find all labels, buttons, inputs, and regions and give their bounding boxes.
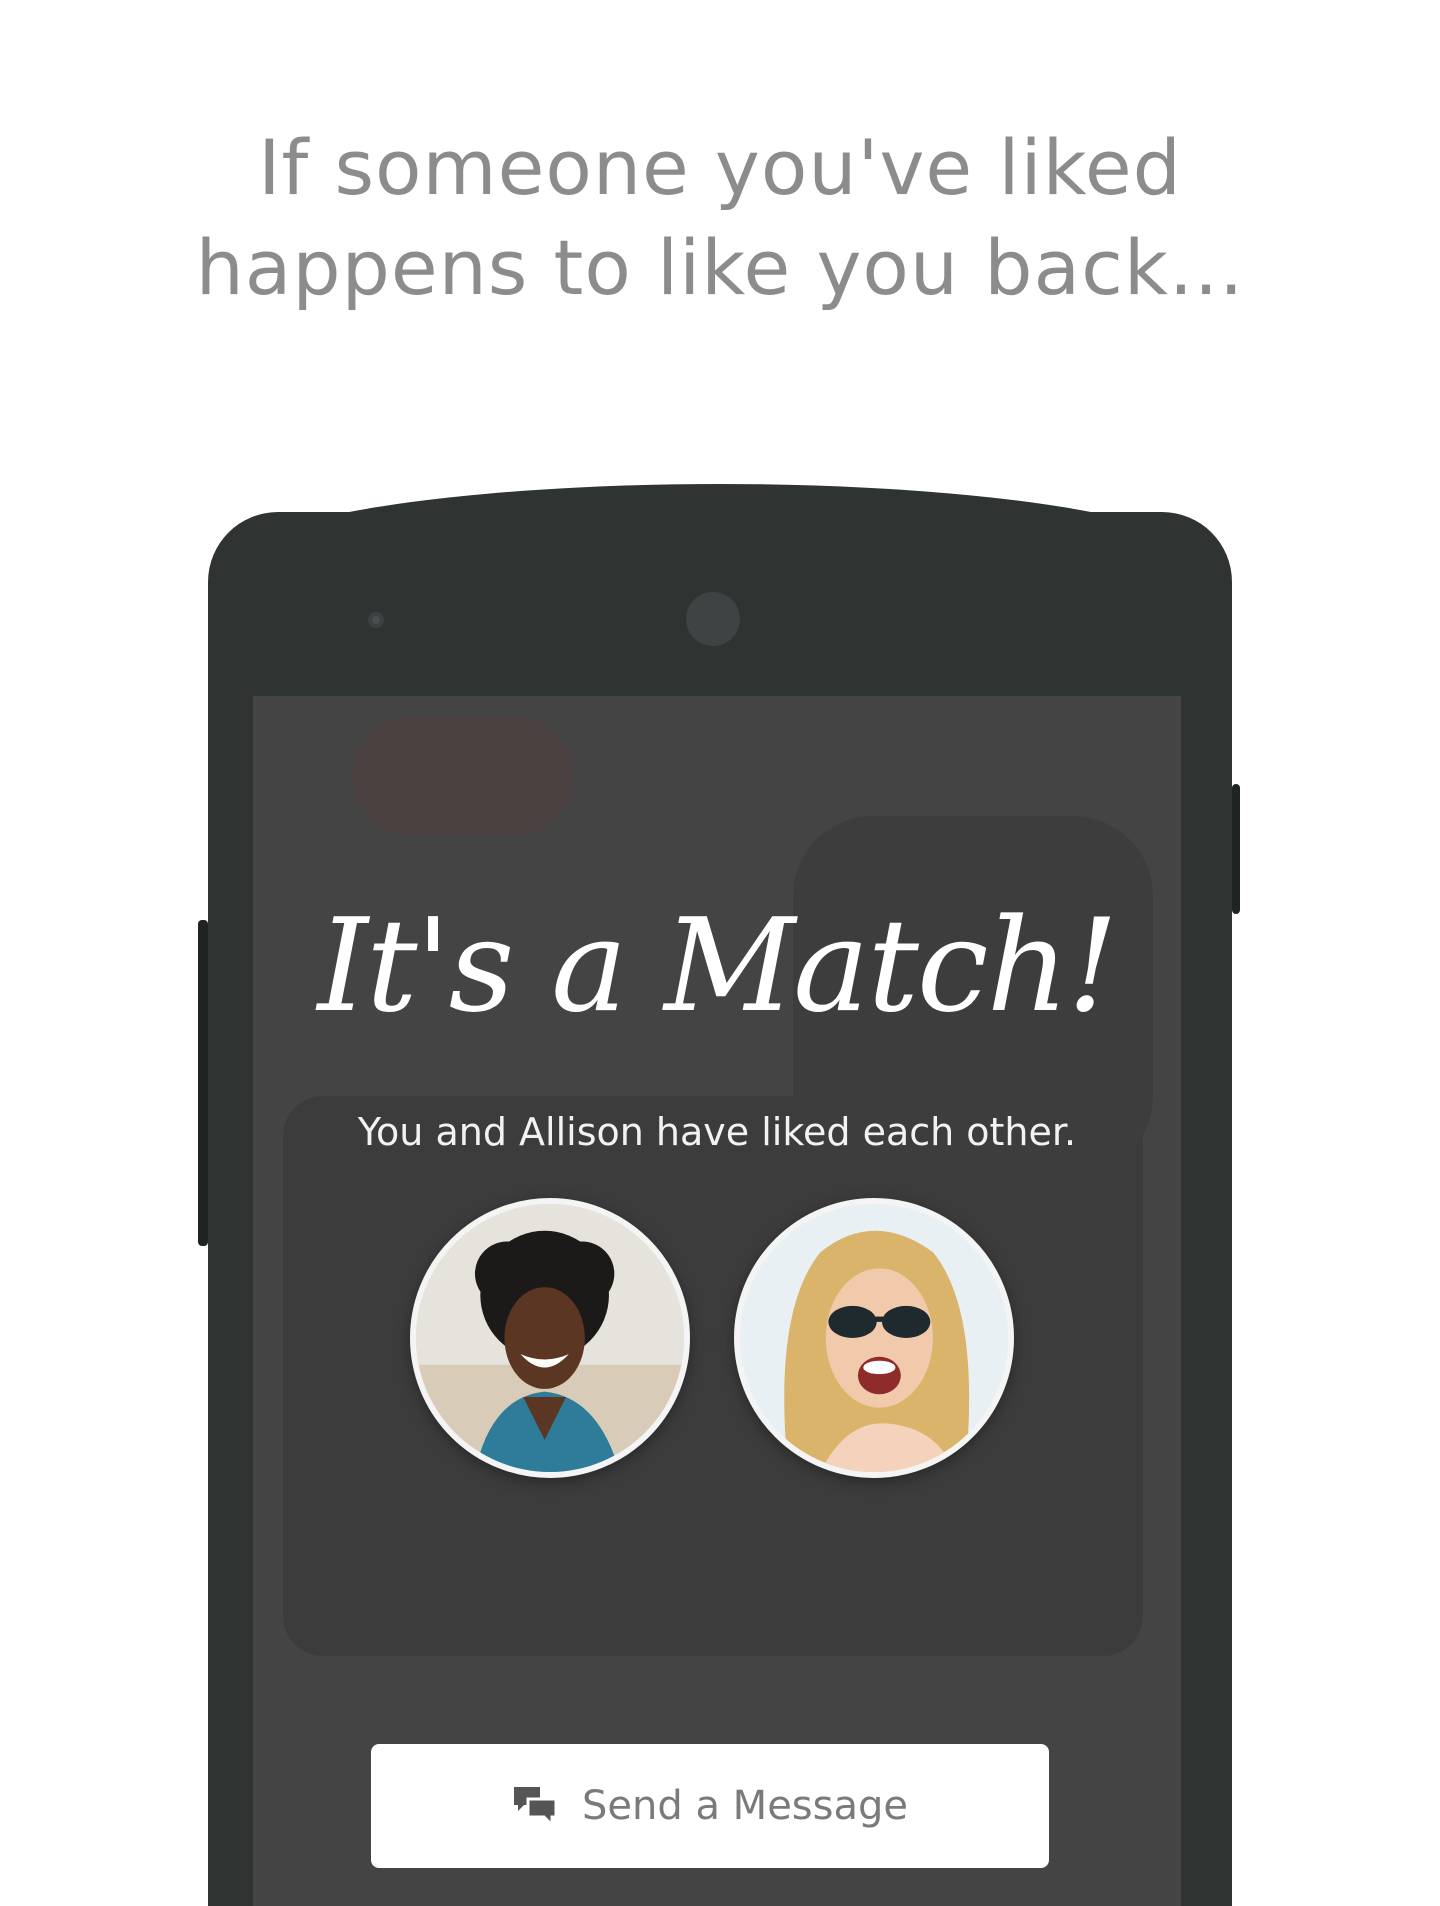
intro-line-2: happens to like you back...: [195, 223, 1245, 312]
send-message-button[interactable]: Send a Message: [371, 1744, 1049, 1868]
phone-volume-button: [198, 920, 208, 1246]
user-photo-woman-sunglasses: [740, 1204, 1008, 1472]
avatar-allison: [734, 1198, 1014, 1478]
phone-sensor: [368, 612, 384, 628]
phone-mockup: It's a Match! You and Allison have liked…: [198, 484, 1240, 1906]
intro-headline: If someone you've liked happens to like …: [0, 118, 1440, 318]
send-message-label: Send a Message: [582, 1783, 908, 1829]
user-photo-man: [416, 1204, 684, 1472]
phone-power-button: [1232, 784, 1240, 914]
background-blur: [283, 1096, 1143, 1656]
match-screen: It's a Match! You and Allison have liked…: [253, 696, 1181, 1906]
match-title: It's a Match!: [317, 892, 1119, 1041]
phone-camera: [686, 592, 740, 646]
background-blur: [353, 716, 573, 836]
avatar-user: [410, 1198, 690, 1478]
match-subtitle: You and Allison have liked each other.: [357, 1110, 1077, 1154]
chat-bubbles-icon: [512, 1785, 558, 1827]
intro-line-1: If someone you've liked: [258, 123, 1182, 212]
